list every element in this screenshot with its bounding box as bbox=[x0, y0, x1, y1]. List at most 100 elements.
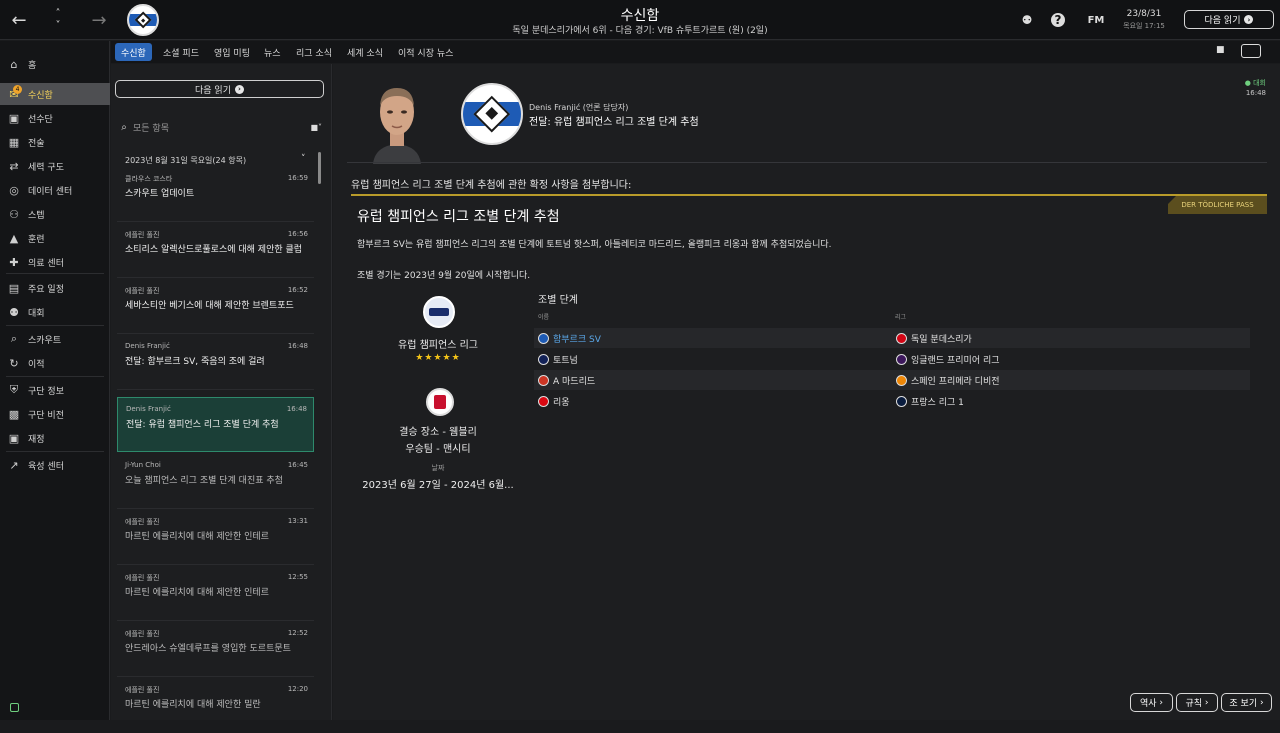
sidebar-item-home[interactable]: ⌂ 홈 bbox=[0, 53, 110, 75]
shield-icon: ⛨ bbox=[9, 383, 19, 396]
club-crest-icon[interactable] bbox=[461, 83, 523, 145]
game-date[interactable]: 23/8/31 목요일 17:15 bbox=[1114, 9, 1174, 31]
group-row: 토트넘 잉글랜드 프리미어 리그 bbox=[534, 349, 1250, 369]
team-name: 리옹 bbox=[553, 397, 570, 408]
league-cell[interactable]: 프랑스 리그 1 bbox=[896, 395, 964, 408]
group-row: 함부르크 SV 독일 분데스리가 bbox=[534, 328, 1250, 348]
message-subject-heading: 전달: 유럽 챔피언스 리그 조별 단계 추첨 bbox=[529, 117, 699, 128]
message-time: 16:52 bbox=[287, 286, 308, 294]
tab-recruitment-meeting[interactable]: 영입 미팅 bbox=[208, 43, 256, 61]
inbox-message-selected[interactable]: Denis Franjić 16:48 전달: 유럽 챔피언스 리그 조별 단계 추… bbox=[117, 397, 314, 452]
message-time: 16:48 bbox=[286, 405, 307, 413]
sidebar-item-club-info[interactable]: ⛨ 구단 정보 bbox=[0, 379, 110, 401]
sidebar: ⌂ 홈 4 ✉ 수신함 ▣ 선수단 ▦ 전술 ⇄ 세력 구도 ◎ 데이터 센터 ⚇ 스텝 ▲ 훈련… bbox=[0, 41, 110, 720]
message-subject: 마르틴 에를리치에 대해 제안한 인테르 bbox=[125, 532, 269, 542]
back-arrow-icon[interactable]: ← bbox=[6, 0, 32, 40]
inbox-message[interactable]: 에플린 풀진 16:56 소티리스 알렉산드로풀로스에 대해 제안한 클럽 bbox=[117, 223, 314, 278]
view-groups-button[interactable]: 조 보기 › bbox=[1221, 693, 1272, 712]
scrollbar[interactable] bbox=[318, 152, 321, 184]
inbox-message[interactable]: 에플린 풀진 16:52 세바스티안 베기스에 대해 제안한 브렌트포드 bbox=[117, 279, 314, 334]
league-name: 독일 분데스리가 bbox=[911, 334, 972, 345]
forward-arrow-icon[interactable]: → bbox=[86, 0, 112, 40]
sidebar-item-club-vision[interactable]: ▩ 구단 비전 bbox=[0, 403, 110, 425]
inbox-message[interactable]: Ji-Yun Choi 16:45 오늘 챔피언스 리그 조별 단계 대진표 추첨 bbox=[117, 454, 314, 509]
league-cell[interactable]: 독일 분데스리가 bbox=[896, 332, 972, 345]
competition-rating: ★★★★★ bbox=[415, 353, 461, 363]
sidebar-item-label: 훈련 bbox=[28, 234, 45, 245]
status-icon[interactable] bbox=[10, 703, 19, 712]
sender-name[interactable]: Denis Franjić (언론 담당자) bbox=[529, 102, 628, 113]
team-cell[interactable]: 함부르크 SV bbox=[538, 332, 601, 345]
inbox-message[interactable]: 에플린 풀진 12:20 마르틴 에를리치에 대해 제안한 밀란 bbox=[117, 678, 314, 733]
inbox-message[interactable]: 클라우스 코스타 16:59 스카우트 업데이트 bbox=[117, 167, 314, 222]
inbox-message[interactable]: Denis Franjić 16:48 전달: 함부르크 SV, 죽음의 조에 걸려 bbox=[117, 335, 314, 390]
team-cell[interactable]: A 마드리드 bbox=[538, 374, 595, 387]
sidebar-item-transfers[interactable]: ↻ 이적 bbox=[0, 352, 110, 374]
sender-portrait[interactable] bbox=[365, 78, 429, 164]
sidebar-item-schedule[interactable]: ▤ 주요 일정 bbox=[0, 277, 110, 299]
message-time: 12:20 bbox=[287, 685, 308, 693]
sidebar-item-staff[interactable]: ⚇ 스텝 bbox=[0, 203, 110, 225]
history-button[interactable]: 역사 › bbox=[1130, 693, 1173, 712]
inbox-message[interactable]: 에플린 풀진 13:31 마르틴 에를리치에 대해 제안한 인테르 bbox=[117, 510, 314, 565]
lock-icon[interactable]: ■ bbox=[1216, 45, 1225, 55]
article-headline: 유럽 챔피언스 리그 조별 단계 추첨 bbox=[357, 209, 560, 225]
sidebar-item-label: 전술 bbox=[28, 138, 45, 149]
tab-social-feed[interactable]: 소셜 피드 bbox=[157, 43, 205, 61]
sidebar-item-label: 구단 정보 bbox=[28, 386, 64, 397]
sidebar-item-scouting[interactable]: ⌕ 스카우트 bbox=[0, 328, 110, 350]
team-cell[interactable]: 토트넘 bbox=[538, 353, 578, 366]
sidebar-item-youth[interactable]: ↗ 육성 센터 bbox=[0, 454, 110, 476]
sidebar-item-medical[interactable]: ✚ 의료 센터 bbox=[0, 251, 110, 273]
inbox-next-button[interactable]: 다음 읽기 › bbox=[115, 80, 324, 98]
sidebar-item-finances[interactable]: ▣ 재정 bbox=[0, 427, 110, 449]
sidebar-item-inbox[interactable]: 4 ✉ 수신함 bbox=[0, 83, 110, 105]
tab-transfer-news[interactable]: 이적 시장 뉴스 bbox=[392, 43, 459, 61]
help-icon[interactable]: ? bbox=[1051, 13, 1065, 27]
club-crest-icon[interactable] bbox=[127, 4, 159, 36]
rules-button[interactable]: 규칙 › bbox=[1176, 693, 1218, 712]
history-chevrons-icon[interactable]: ˄ ˅ bbox=[46, 0, 70, 40]
sidebar-item-data-hub[interactable]: ◎ 데이터 센터 bbox=[0, 179, 110, 201]
league-cell[interactable]: 잉글랜드 프리미어 리그 bbox=[896, 353, 1000, 366]
message-time: 13:31 bbox=[287, 517, 308, 525]
tab-world-news[interactable]: 세계 소식 bbox=[341, 43, 389, 61]
sidebar-item-label: 재정 bbox=[28, 434, 45, 445]
sidebar-item-squad[interactable]: ▣ 선수단 bbox=[0, 107, 110, 129]
league-logo-icon bbox=[896, 353, 907, 365]
group-title: 조별 단계 bbox=[538, 295, 578, 306]
message-sender: Denis Franjić bbox=[126, 405, 171, 413]
team-cell[interactable]: 리옹 bbox=[538, 395, 570, 408]
sidebar-item-dynamics[interactable]: ⇄ 세력 구도 bbox=[0, 155, 110, 177]
tab-news[interactable]: 뉴스 bbox=[258, 43, 287, 61]
tab-league-news[interactable]: 리그 소식 bbox=[290, 43, 338, 61]
competition-logo-icon[interactable] bbox=[423, 296, 455, 328]
next-read-button[interactable]: 다음 읽기 › bbox=[1184, 10, 1274, 29]
sidebar-item-training[interactable]: ▲ 훈련 bbox=[0, 227, 110, 249]
next-match-info[interactable]: 독일 분데스리가에서 6위 - 다음 경기: VfB 슈투트가르트 (원) (2… bbox=[390, 23, 890, 36]
sidebar-item-tactics[interactable]: ▦ 전술 bbox=[0, 131, 110, 153]
search-input[interactable]: ⌕ 모든 항목 ■˅ bbox=[115, 116, 324, 138]
sidebar-item-label: 의료 센터 bbox=[28, 258, 64, 269]
top-bar: ← ˄ ˅ → 수신함 독일 분데스리가에서 6위 - 다음 경기: VfB 슈투… bbox=[0, 0, 1280, 40]
competition-tag[interactable]: ● 대회 bbox=[1245, 78, 1266, 88]
inbox-message[interactable]: 에플린 풀진 12:55 마르틴 에를리치에 대해 제안한 인테르 bbox=[117, 566, 314, 621]
message-time: 16:56 bbox=[287, 230, 308, 238]
layout-toggle-icon[interactable] bbox=[1241, 44, 1261, 58]
inbox-message[interactable]: 에플린 풀진 12:52 안드레아스 슈엘데루프를 영입한 도르트문트 bbox=[117, 622, 314, 677]
competition-name[interactable]: 유럽 챔피언스 리그 bbox=[355, 336, 521, 351]
league-cell[interactable]: 스페인 프리메라 디비전 bbox=[896, 374, 1000, 387]
chevron-right-icon: › bbox=[1244, 15, 1254, 24]
chevron-down-icon[interactable]: ˅ bbox=[301, 154, 306, 164]
trophy-icon[interactable]: ⚉ bbox=[1017, 10, 1037, 30]
tab-inbox[interactable]: 수신함 bbox=[115, 43, 152, 61]
filter-dropdown-icon[interactable]: ■˅ bbox=[310, 123, 322, 132]
message-sender: 에플린 풀진 bbox=[125, 518, 160, 526]
sidebar-item-label: 이적 bbox=[28, 359, 45, 370]
message-subject: 전달: 함부르크 SV, 죽음의 조에 걸려 bbox=[125, 357, 265, 367]
fm-menu-icon[interactable]: FM bbox=[1086, 10, 1106, 30]
chevron-right-icon: › bbox=[234, 84, 244, 94]
subnav-tabs: 수신함 소셜 피드 영입 미팅 뉴스 리그 소식 세계 소식 이적 시장 뉴스 … bbox=[111, 41, 1280, 63]
date-label: 날짜 bbox=[431, 464, 445, 472]
sidebar-item-competitions[interactable]: ⚉ 대회 bbox=[0, 301, 110, 323]
